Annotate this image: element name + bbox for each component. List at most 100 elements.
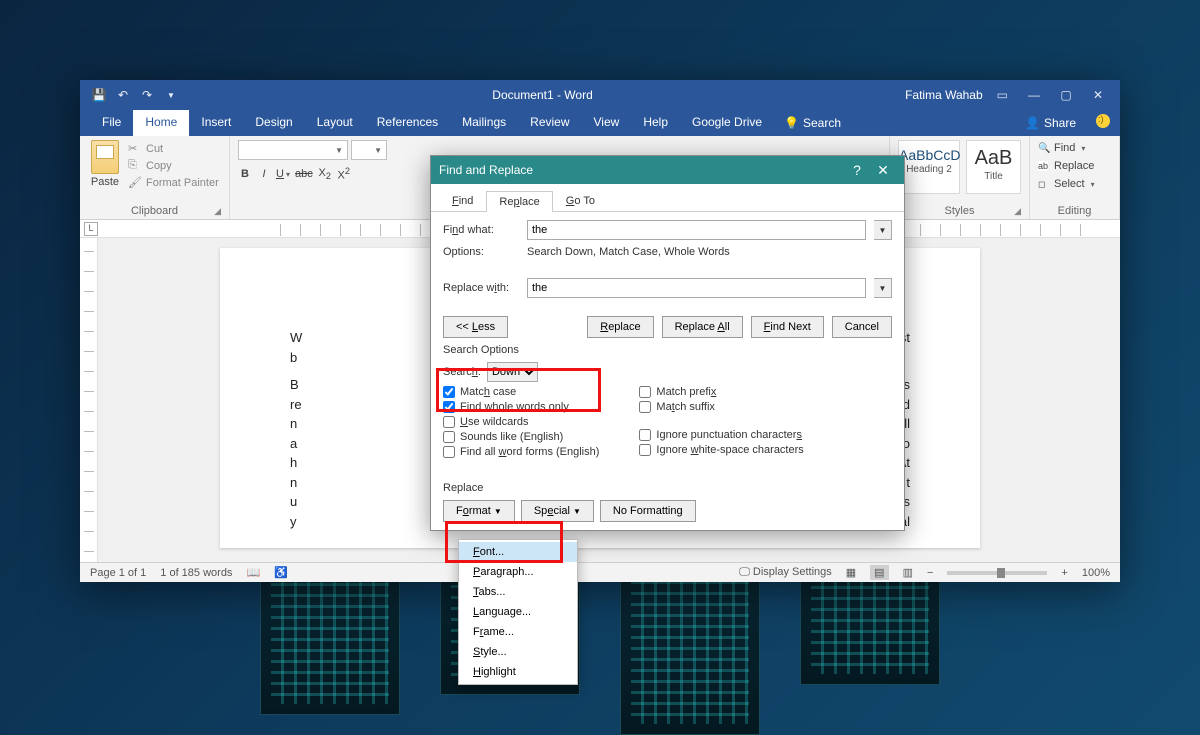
web-layout-icon[interactable]: ▥ bbox=[903, 566, 913, 579]
menu-item-font[interactable]: Font... bbox=[459, 542, 577, 562]
menu-item-language[interactable]: Language... bbox=[459, 602, 577, 622]
vertical-ruler bbox=[80, 238, 98, 562]
menu-item-tabs[interactable]: Tabs... bbox=[459, 582, 577, 602]
tab-home[interactable]: Home bbox=[133, 110, 189, 136]
format-dropdown-menu: Font... Paragraph... Tabs... Language...… bbox=[458, 539, 578, 685]
font-size-combo[interactable]: ▼ bbox=[351, 140, 387, 160]
tab-google-drive[interactable]: Google Drive bbox=[680, 110, 774, 136]
tab-view[interactable]: View bbox=[582, 110, 632, 136]
paste-button[interactable]: Paste bbox=[88, 140, 122, 203]
replace-with-input[interactable] bbox=[527, 278, 866, 298]
zoom-level[interactable]: 100% bbox=[1082, 567, 1110, 579]
dialog-tab-goto[interactable]: Go To bbox=[553, 190, 608, 211]
styles-group-label: Styles bbox=[945, 205, 975, 217]
undo-icon[interactable]: ↶ bbox=[114, 86, 132, 104]
underline-button[interactable]: U▾ bbox=[276, 168, 290, 180]
spelling-icon[interactable]: 📖 bbox=[246, 566, 260, 579]
tab-help[interactable]: Help bbox=[631, 110, 680, 136]
feedback-icon[interactable] bbox=[1096, 114, 1110, 128]
cut-button[interactable]: Cut bbox=[128, 142, 219, 156]
replace-button[interactable]: Replace bbox=[1038, 160, 1111, 172]
document-title: Document1 - Word bbox=[180, 88, 905, 102]
share-button[interactable]: 👤Share bbox=[1015, 110, 1086, 136]
subscript-button[interactable]: X2 bbox=[318, 167, 332, 181]
select-button[interactable]: Select▾ bbox=[1038, 178, 1111, 190]
dialog-titlebar[interactable]: Find and Replace ? ✕ bbox=[431, 156, 904, 184]
menu-item-frame[interactable]: Frame... bbox=[459, 622, 577, 642]
titlebar: 💾 ↶ ↷ ▼ Document1 - Word Fatima Wahab ▭ … bbox=[80, 80, 1120, 110]
dialog-tab-replace[interactable]: Replace bbox=[486, 191, 552, 212]
minimize-icon[interactable]: ― bbox=[1022, 88, 1046, 102]
zoom-slider[interactable] bbox=[947, 571, 1047, 575]
search-direction-select[interactable]: Down bbox=[487, 362, 538, 382]
strikethrough-button[interactable]: abc bbox=[295, 168, 313, 180]
cancel-button[interactable]: Cancel bbox=[832, 316, 892, 338]
clipboard-launcher-icon[interactable]: ◢ bbox=[214, 206, 221, 217]
style-heading2[interactable]: AaBbCcDHeading 2 bbox=[898, 140, 960, 194]
tab-file[interactable]: File bbox=[90, 110, 133, 136]
bold-button[interactable]: B bbox=[238, 168, 252, 180]
sounds-like-checkbox[interactable]: Sounds like (English) bbox=[443, 431, 599, 443]
styles-launcher-icon[interactable]: ◢ bbox=[1014, 206, 1021, 217]
tab-mailings[interactable]: Mailings bbox=[450, 110, 518, 136]
tab-layout[interactable]: Layout bbox=[305, 110, 365, 136]
no-formatting-button[interactable]: No Formatting bbox=[600, 500, 696, 522]
ignore-punctuation-checkbox[interactable]: Ignore punctuation characters bbox=[639, 429, 803, 441]
tab-references[interactable]: References bbox=[365, 110, 450, 136]
display-settings-button[interactable]: 🖵 Display Settings bbox=[739, 566, 832, 579]
wildcards-checkbox[interactable]: Use wildcards bbox=[443, 416, 599, 428]
user-name[interactable]: Fatima Wahab bbox=[905, 88, 983, 102]
find-next-button[interactable]: Find Next bbox=[751, 316, 824, 338]
special-menu-button[interactable]: Special ▼ bbox=[521, 500, 594, 522]
menu-item-highlight[interactable]: Highlight bbox=[459, 662, 577, 682]
replace-with-label: Replace with: bbox=[443, 282, 519, 294]
word-count[interactable]: 1 of 185 words bbox=[160, 567, 232, 579]
tab-design[interactable]: Design bbox=[243, 110, 304, 136]
close-icon[interactable]: ✕ bbox=[1086, 88, 1110, 102]
tab-insert[interactable]: Insert bbox=[189, 110, 243, 136]
menu-item-paragraph[interactable]: Paragraph... bbox=[459, 562, 577, 582]
replace-one-button[interactable]: Replace bbox=[587, 316, 653, 338]
read-mode-icon[interactable]: ▦ bbox=[846, 566, 856, 579]
superscript-button[interactable]: X2 bbox=[337, 166, 351, 182]
find-what-input[interactable] bbox=[527, 220, 866, 240]
italic-button[interactable]: I bbox=[257, 168, 271, 180]
print-layout-icon[interactable]: ▤ bbox=[870, 565, 888, 580]
maximize-icon[interactable]: ▢ bbox=[1054, 88, 1078, 102]
ribbon-options-icon[interactable]: ▭ bbox=[997, 88, 1008, 102]
match-suffix-checkbox[interactable]: Match suffix bbox=[639, 401, 803, 413]
page-indicator[interactable]: Page 1 of 1 bbox=[90, 567, 146, 579]
copy-button[interactable]: Copy bbox=[128, 159, 219, 173]
find-history-dropdown[interactable]: ▼ bbox=[874, 220, 892, 240]
replace-history-dropdown[interactable]: ▼ bbox=[874, 278, 892, 298]
find-replace-dialog: Find and Replace ? ✕ Find Replace Go To … bbox=[430, 155, 905, 531]
accessibility-icon[interactable]: ♿ bbox=[274, 566, 288, 579]
format-painter-button[interactable]: Format Painter bbox=[128, 176, 219, 190]
match-case-checkbox[interactable]: Match case bbox=[443, 386, 599, 398]
less-button[interactable]: << Less bbox=[443, 316, 508, 338]
menu-item-style[interactable]: Style... bbox=[459, 642, 577, 662]
options-label: Options: bbox=[443, 246, 519, 258]
dialog-tab-find[interactable]: Find bbox=[439, 190, 486, 211]
match-prefix-checkbox[interactable]: Match prefix bbox=[639, 386, 803, 398]
ignore-whitespace-checkbox[interactable]: Ignore white-space characters bbox=[639, 444, 803, 456]
qat-dropdown-icon[interactable]: ▼ bbox=[162, 86, 180, 104]
zoom-out-button[interactable]: − bbox=[927, 567, 933, 579]
word-forms-checkbox[interactable]: Find all word forms (English) bbox=[443, 446, 599, 458]
tab-selector[interactable]: L bbox=[84, 222, 98, 236]
tell-me-search[interactable]: 💡Search bbox=[774, 110, 851, 136]
tab-review[interactable]: Review bbox=[518, 110, 581, 136]
help-icon[interactable]: ? bbox=[844, 162, 870, 178]
redo-icon[interactable]: ↷ bbox=[138, 86, 156, 104]
save-icon[interactable]: 💾 bbox=[90, 86, 108, 104]
replace-all-button[interactable]: Replace All bbox=[662, 316, 743, 338]
format-menu-button[interactable]: Format ▼ bbox=[443, 500, 515, 522]
style-title[interactable]: AaBTitle bbox=[966, 140, 1021, 194]
font-name-combo[interactable]: ▼ bbox=[238, 140, 348, 160]
find-button[interactable]: Find▾ bbox=[1038, 142, 1111, 154]
dialog-close-icon[interactable]: ✕ bbox=[870, 162, 896, 179]
status-bar: Page 1 of 1 1 of 185 words 📖 ♿ 🖵 Display… bbox=[80, 562, 1120, 582]
whole-words-checkbox[interactable]: Find whole words only bbox=[443, 401, 599, 413]
find-what-label: Find what: bbox=[443, 224, 519, 236]
zoom-in-button[interactable]: + bbox=[1061, 567, 1067, 579]
